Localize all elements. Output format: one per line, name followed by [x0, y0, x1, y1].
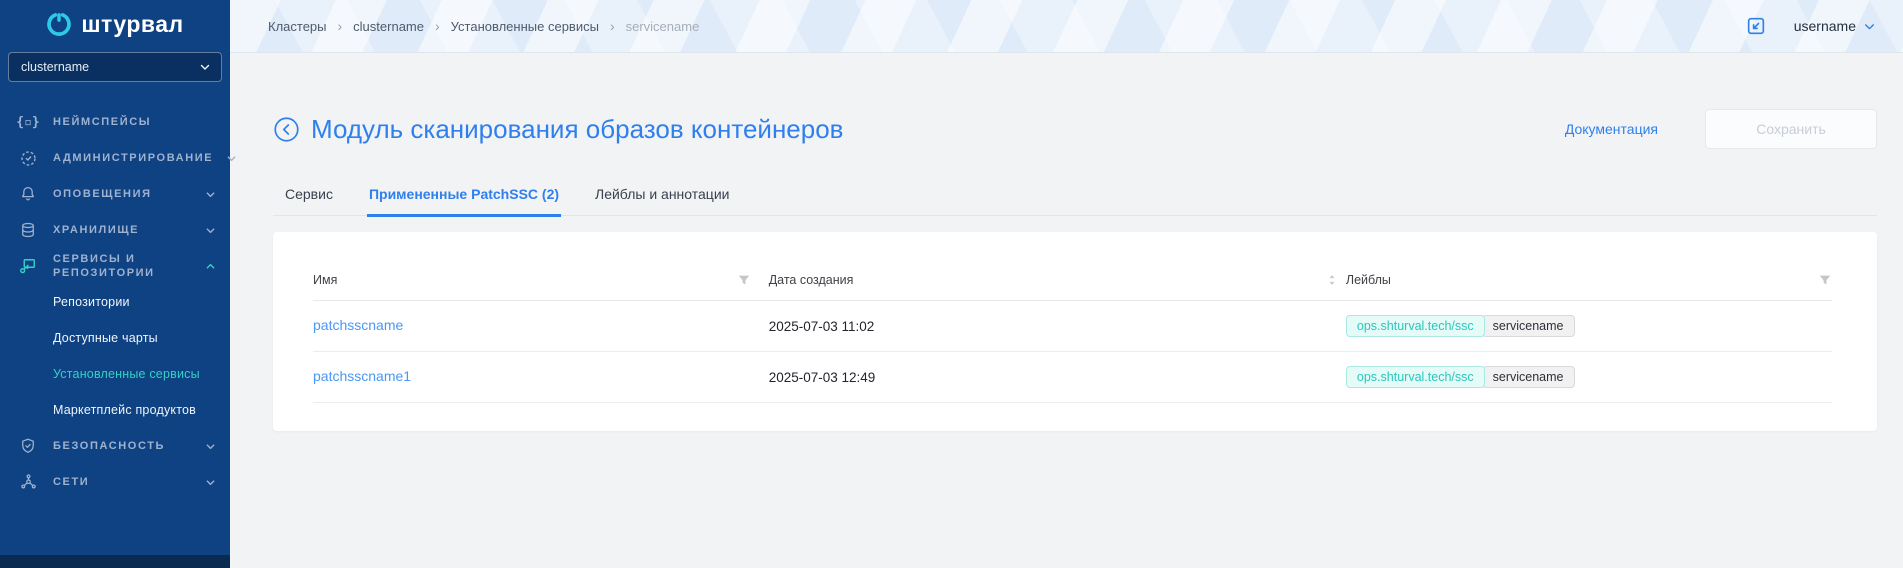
table-header-row: Имя Дата создания Лейблы: [313, 232, 1832, 301]
submenu-label: Доступные чарты: [53, 331, 158, 345]
main-area: Кластеры › clustername › Установленные с…: [230, 0, 1903, 568]
chevron-down-icon: [205, 225, 216, 236]
page-content: Модуль сканирования образов контейнеров …: [230, 53, 1903, 431]
network-icon: [16, 473, 40, 492]
chevron-right-icon: ›: [337, 18, 343, 34]
sidebar-nav: {▫} НЕЙМСПЕЙСЫ АДМИНИСТРИРОВАНИЕ ОПОВЕЩЕ…: [0, 104, 236, 500]
gear-icon: [16, 149, 40, 168]
bell-icon: [16, 185, 40, 203]
created-date: 2025-07-03 11:02: [768, 318, 875, 334]
breadcrumb-servicename: servicename: [625, 18, 700, 34]
sidebar: штурвал clustername {▫} НЕЙМСПЕЙСЫ АДМИН…: [0, 0, 236, 568]
braces-icon: {▫}: [16, 114, 40, 130]
table-row: patchsscname 2025-07-03 11:02 ops.shturv…: [313, 301, 1832, 352]
sidebar-item-available-charts[interactable]: Доступные чарты: [0, 320, 230, 356]
sidebar-item-alerts[interactable]: ОПОВЕЩЕНИЯ: [0, 176, 230, 212]
logo: штурвал: [0, 0, 230, 37]
sidebar-item-product-marketplace[interactable]: Маркетплейс продуктов: [0, 392, 230, 428]
created-date: 2025-07-03 12:49: [768, 369, 876, 385]
label-key-chip: ops.shturval.tech/ssc: [1345, 315, 1485, 337]
patchssc-name-link[interactable]: patchsscname: [313, 317, 403, 333]
tab-applied-patchssc[interactable]: Примененные PatchSSC (2): [366, 186, 562, 217]
column-header-created: Дата создания: [769, 273, 1346, 300]
filter-icon[interactable]: [737, 273, 751, 287]
chevron-up-icon: [205, 261, 216, 272]
logo-text: штурвал: [81, 10, 184, 37]
chevron-down-icon: [205, 477, 216, 488]
user-menu[interactable]: username: [1794, 18, 1876, 34]
breadcrumb-installed-services[interactable]: Установленные сервисы: [451, 19, 599, 34]
chevron-down-icon: [205, 189, 216, 200]
documentation-link[interactable]: Документация: [1565, 121, 1658, 137]
patchssc-name-link[interactable]: patchsscname1: [313, 368, 411, 384]
breadcrumb-clusters[interactable]: Кластеры: [268, 19, 327, 34]
sidebar-item-security[interactable]: БЕЗОПАСНОСТЬ: [0, 428, 230, 464]
shield-icon: [16, 437, 40, 455]
page-title: Модуль сканирования образов контейнеров: [311, 114, 844, 144]
breadcrumb: Кластеры › clustername › Установленные с…: [268, 19, 699, 34]
sidebar-item-installed-services[interactable]: Установленные сервисы: [0, 356, 230, 392]
sidebar-item-label: БЕЗОПАСНОСТЬ: [53, 439, 166, 452]
label-value-chip: servicename: [1481, 366, 1575, 388]
sidebar-item-label: СЕРВИСЫ И РЕПОЗИТОРИИ: [53, 252, 155, 279]
chevron-down-icon: [1863, 20, 1876, 33]
label-key-chip: ops.shturval.tech/ssc: [1345, 366, 1485, 388]
chevron-down-icon: [199, 61, 211, 73]
chevron-down-icon: [226, 153, 237, 164]
column-label: Дата создания: [768, 273, 854, 287]
tab-labels-annotations[interactable]: Лейблы и аннотации: [593, 186, 731, 217]
submenu-label: Маркетплейс продуктов: [53, 403, 196, 417]
sidebar-item-label: НЕЙМСПЕЙСЫ: [53, 115, 152, 128]
sidebar-item-repositories[interactable]: Репозитории: [0, 284, 230, 320]
submenu-label: Репозитории: [53, 295, 130, 309]
save-button[interactable]: Сохранить: [1705, 109, 1877, 149]
labels-cell: ops.shturval.tech/ssc servicename: [1345, 366, 1832, 388]
title-row: Модуль сканирования образов контейнеров …: [273, 109, 1877, 149]
submenu-label: Установленные сервисы: [53, 367, 200, 381]
back-button[interactable]: [273, 116, 300, 143]
column-label: Имя: [313, 273, 338, 287]
title-actions: Документация Сохранить: [1565, 109, 1877, 149]
column-header-labels: Лейблы: [1346, 273, 1832, 300]
filter-icon[interactable]: [1818, 273, 1832, 287]
sidebar-item-networks[interactable]: СЕТИ: [0, 464, 230, 500]
chevron-right-icon: ›: [434, 18, 440, 34]
column-label: Лейблы: [1345, 273, 1391, 287]
table-row: patchsscname1 2025-07-03 12:49 ops.shtur…: [313, 352, 1832, 403]
chevron-right-icon: ›: [609, 18, 615, 34]
column-header-name: Имя: [313, 273, 769, 300]
label-value-chip: servicename: [1481, 315, 1575, 337]
services-icon: [16, 256, 40, 276]
topbar: Кластеры › clustername › Установленные с…: [230, 0, 1903, 53]
patchssc-table-card: Имя Дата создания Лейблы patchsscname 20…: [273, 232, 1877, 431]
username-label: username: [1793, 18, 1856, 34]
sidebar-item-namespaces[interactable]: {▫} НЕЙМСПЕЙСЫ: [0, 104, 230, 140]
shturval-wheel-icon: [46, 11, 72, 37]
sidebar-item-label: СЕТИ: [53, 475, 90, 488]
open-in-window-icon[interactable]: [1745, 15, 1767, 37]
breadcrumb-clustername[interactable]: clustername: [353, 19, 424, 34]
sidebar-item-administration[interactable]: АДМИНИСТРИРОВАНИЕ: [0, 140, 236, 176]
sidebar-item-label: ХРАНИЛИЩЕ: [53, 223, 140, 236]
sidebar-item-services-repositories[interactable]: СЕРВИСЫ И РЕПОЗИТОРИИ: [0, 248, 230, 284]
chevron-down-icon: [205, 441, 216, 452]
cluster-select-value: clustername: [21, 60, 90, 74]
tabs: Сервис Примененные PatchSSC (2) Лейблы и…: [273, 186, 1877, 217]
sidebar-footer-bar: [0, 555, 230, 568]
database-icon: [16, 221, 40, 239]
sort-icon[interactable]: [1326, 273, 1338, 287]
topbar-right: username: [1745, 15, 1876, 37]
sidebar-item-storage[interactable]: ХРАНИЛИЩЕ: [0, 212, 230, 248]
cluster-select[interactable]: clustername: [8, 52, 222, 82]
labels-cell: ops.shturval.tech/ssc servicename: [1345, 315, 1832, 337]
tab-service[interactable]: Сервис: [283, 186, 335, 217]
sidebar-item-label: ОПОВЕЩЕНИЯ: [53, 187, 152, 200]
sidebar-item-label: АДМИНИСТРИРОВАНИЕ: [53, 151, 214, 164]
